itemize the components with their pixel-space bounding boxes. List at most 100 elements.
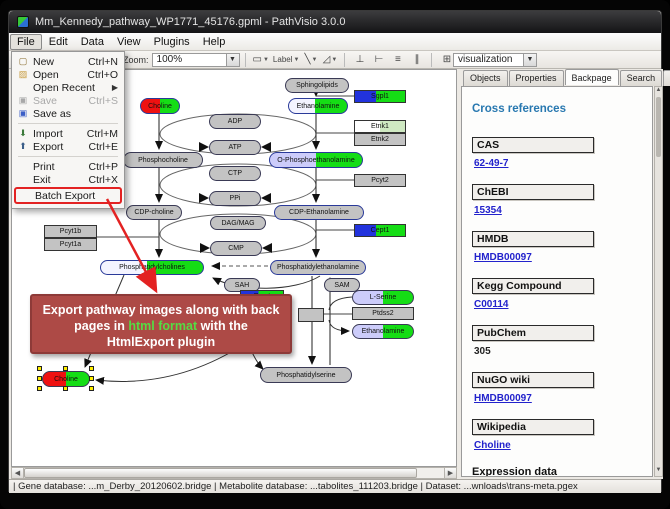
tab-properties[interactable]: Properties xyxy=(509,70,564,86)
chevron-down-icon[interactable]: ▼ xyxy=(523,54,536,66)
zoom-combobox[interactable]: 100% ▼ xyxy=(152,53,240,67)
tab-legend[interactable]: Legend xyxy=(663,70,670,86)
node-cept1[interactable]: Cept1 xyxy=(354,224,406,237)
node-sphingolipids[interactable]: Sphingolipids xyxy=(285,78,349,93)
callout-line3: HtmlExport plugin xyxy=(32,334,290,350)
node-pcyt1a[interactable]: Pcyt1a xyxy=(44,238,97,251)
label-tool-button[interactable]: Label▼ xyxy=(272,52,301,67)
node-pcyt2[interactable]: Pcyt2 xyxy=(354,174,406,187)
node-phosphatidylserine[interactable]: Phosphatidylserine xyxy=(260,367,352,383)
node-ppi[interactable]: PPi xyxy=(209,191,261,206)
menu-item-save-as[interactable]: ▣ Save as xyxy=(14,107,122,120)
node-ctp[interactable]: CTP xyxy=(209,166,261,181)
node-o-phosphoethanolamine[interactable]: O-Phosphoethanolamine xyxy=(269,152,363,168)
app-icon xyxy=(17,16,29,28)
menu-item-open-recent[interactable]: Open Recent ▶ xyxy=(14,81,122,94)
node-atp[interactable]: ATP xyxy=(209,140,261,155)
line-tool-button[interactable]: ╲▼ xyxy=(302,52,319,67)
cross-references-heading: Cross references xyxy=(472,103,642,115)
node-phosphatidylcholines[interactable]: Phosphatidylcholines xyxy=(100,260,204,275)
node-etnk2[interactable]: Etnk2 xyxy=(354,133,406,146)
menu-item-print[interactable]: Print Ctrl+P xyxy=(14,160,122,173)
toolbar-separator xyxy=(344,53,345,67)
node-ethanolamine-2[interactable]: Ethanolamine xyxy=(352,324,414,339)
visualization-combobox[interactable]: visualization ▼ xyxy=(453,53,537,67)
selection-handle[interactable] xyxy=(89,386,94,391)
align-middle-icon[interactable]: ⊢ xyxy=(370,52,387,67)
node-choline[interactable]: Choline xyxy=(140,98,180,114)
scrollbar-thumb[interactable] xyxy=(656,97,661,157)
node-etnk1[interactable]: Etnk1 xyxy=(354,120,406,133)
distribute-icon[interactable]: ∥ xyxy=(408,52,425,67)
node-sgpl1[interactable]: Sgpl1 xyxy=(354,90,406,103)
node-ptdss2[interactable]: Ptdss2 xyxy=(352,307,414,320)
node-phosphocholine[interactable]: Phosphocholine xyxy=(123,152,203,168)
scroll-left-icon[interactable]: ◀ xyxy=(12,468,24,478)
scroll-down-icon[interactable]: ▼ xyxy=(655,467,662,476)
node-dag[interactable]: DAG/MAG xyxy=(210,216,266,230)
node-pcyt1b[interactable]: Pcyt1b xyxy=(44,225,97,238)
save-disk-icon: ▣ xyxy=(16,95,30,106)
menu-item-batch-export[interactable]: Batch Export xyxy=(14,187,122,204)
tab-backpage[interactable]: Backpage xyxy=(565,69,619,85)
tab-objects[interactable]: Objects xyxy=(463,70,508,86)
menu-view[interactable]: View xyxy=(111,35,147,49)
screenshot-frame: Mm_Kennedy_pathway_WP1771_45176.gpml - P… xyxy=(0,0,670,509)
submenu-arrow-icon: ▶ xyxy=(112,83,118,92)
scrollbar-thumb[interactable] xyxy=(24,468,417,478)
align-center-icon[interactable]: ⊥ xyxy=(351,52,368,67)
xref-section-chebi: ChEBI 15354 xyxy=(472,184,642,223)
menu-data[interactable]: Data xyxy=(75,35,110,49)
zoom-label: Zoom: xyxy=(123,55,149,65)
connector-tool-button[interactable]: ◿▼ xyxy=(321,52,338,67)
menu-help[interactable]: Help xyxy=(197,35,232,49)
menu-item-exit[interactable]: Exit Ctrl+X xyxy=(14,173,122,186)
scroll-up-icon[interactable]: ▲ xyxy=(655,87,662,96)
menu-item-open[interactable]: ▨ Open Ctrl+O xyxy=(14,68,122,81)
canvas-horizontal-scrollbar[interactable]: ◀ ▶ xyxy=(11,467,457,479)
graphics-tool-button[interactable]: ▭▼ xyxy=(252,52,270,67)
node-adp[interactable]: ADP xyxy=(209,114,261,129)
xref-link[interactable]: Choline xyxy=(474,440,511,451)
common-size-icon[interactable]: ≡ xyxy=(389,52,406,67)
selection-handle[interactable] xyxy=(37,386,42,391)
xref-link[interactable]: 15354 xyxy=(474,205,502,216)
node-l-serine[interactable]: L-Serine xyxy=(352,290,414,305)
backpage-panel: Cross references CAS 62-49-7 ChEBI 15354… xyxy=(461,86,653,477)
scroll-right-icon[interactable]: ▶ xyxy=(444,468,456,478)
menu-item-new[interactable]: ▢ New Ctrl+N xyxy=(14,55,122,68)
xref-link[interactable]: HMDB00097 xyxy=(474,393,532,404)
node-cmp[interactable]: CMP xyxy=(210,241,262,256)
xref-db-name: CAS xyxy=(472,137,594,153)
menu-item-save[interactable]: ▣ Save Ctrl+S xyxy=(14,94,122,107)
xref-link[interactable]: C00114 xyxy=(474,299,508,310)
selection-handle[interactable] xyxy=(63,386,68,391)
menu-file[interactable]: File xyxy=(10,34,42,50)
node-cdp-choline[interactable]: CDP-choline xyxy=(126,205,182,220)
scrollbar-track[interactable] xyxy=(24,468,444,478)
selection-handle[interactable] xyxy=(37,376,42,381)
menu-item-export[interactable]: ⬆ Export Ctrl+E xyxy=(14,140,122,153)
chevron-down-icon[interactable]: ▼ xyxy=(226,54,239,66)
menu-item-import[interactable]: ⬇ Import Ctrl+M xyxy=(14,127,122,140)
node-sam[interactable]: SAM xyxy=(324,278,360,292)
node-choline-selected[interactable]: Choline xyxy=(42,371,90,387)
status-bar: | Gene database: ...m_Derby_20120602.bri… xyxy=(9,479,661,493)
panel-vertical-scrollbar[interactable]: ▲ ▼ xyxy=(654,86,663,477)
title-bar: Mm_Kennedy_pathway_WP1771_45176.gpml - P… xyxy=(9,11,661,33)
selection-handle[interactable] xyxy=(63,366,68,371)
selection-handle[interactable] xyxy=(89,366,94,371)
callout-highlight: html format xyxy=(128,319,197,333)
selection-handle[interactable] xyxy=(89,376,94,381)
node-ethanolamine[interactable]: Ethanolamine xyxy=(288,98,348,114)
node-phosphatidylethanolamine[interactable]: Phosphatidylethanolamine xyxy=(270,260,366,275)
node-cdp-ethanolamine[interactable]: CDP-Ethanolamine xyxy=(274,205,364,220)
toolbar-separator xyxy=(431,53,432,67)
xref-link[interactable]: 62-49-7 xyxy=(474,158,508,169)
menu-edit[interactable]: Edit xyxy=(43,35,74,49)
tab-search[interactable]: Search xyxy=(620,70,663,86)
menu-plugins[interactable]: Plugins xyxy=(148,35,196,49)
xref-link[interactable]: HMDB00097 xyxy=(474,252,532,263)
node-gene-hidden[interactable] xyxy=(298,308,324,322)
selection-handle[interactable] xyxy=(37,366,42,371)
